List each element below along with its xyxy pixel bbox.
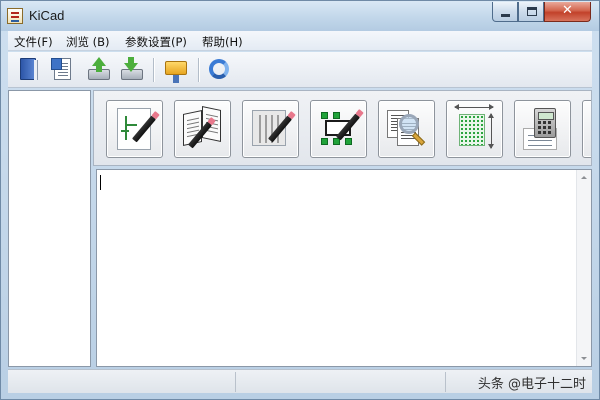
- kicad-app-icon[interactable]: [7, 8, 23, 24]
- new-from-template-button[interactable]: [51, 57, 75, 83]
- page-layout-editor-button[interactable]: [582, 100, 591, 158]
- gerber-viewer-button[interactable]: [378, 100, 435, 158]
- status-bar: 头条 @电子十二时: [8, 369, 592, 393]
- save-project-icon: [124, 57, 138, 72]
- bitmap-to-component-button[interactable]: [446, 100, 503, 158]
- toolbar-separator: [153, 58, 154, 82]
- pcb-editor-icon: [249, 106, 292, 152]
- new-project-icon: [20, 58, 38, 80]
- footprint-editor-icon: [317, 106, 360, 152]
- title-bar[interactable]: KiCad ✕: [1, 1, 599, 31]
- main-toolbar: [8, 52, 592, 88]
- schematic-editor-icon: [113, 106, 156, 152]
- status-field: [236, 372, 446, 392]
- symbol-library-editor-icon: [181, 105, 224, 152]
- menu-help[interactable]: 帮助(H): [202, 34, 243, 50]
- menu-browse[interactable]: 浏览 (B): [66, 34, 110, 50]
- close-icon: ✕: [562, 3, 573, 18]
- pad-shape: [345, 138, 352, 145]
- menu-file[interactable]: 文件(F): [14, 34, 53, 50]
- pad-shape: [333, 112, 340, 119]
- toolbar-separator: [198, 58, 199, 82]
- refresh-icon: [209, 59, 229, 79]
- pcb-editor-button[interactable]: [242, 100, 299, 158]
- pad-shape: [321, 112, 328, 119]
- footprint-editor-button[interactable]: [310, 100, 367, 158]
- menu-preferences[interactable]: 参数设置(P): [125, 34, 187, 50]
- tool-launcher-panel: [93, 90, 592, 166]
- project-tree-panel[interactable]: [8, 90, 91, 367]
- scroll-up-arrow-icon[interactable]: [577, 170, 592, 185]
- close-button[interactable]: ✕: [544, 2, 591, 22]
- new-from-template-icon: [51, 58, 71, 80]
- new-project-button[interactable]: [17, 57, 41, 83]
- symbol-library-editor-button[interactable]: [174, 100, 231, 158]
- maximize-button[interactable]: [518, 2, 544, 22]
- maximize-icon: [527, 7, 537, 16]
- bitmap-to-component-icon: [453, 104, 496, 152]
- refresh-button[interactable]: [207, 57, 231, 83]
- pcb-calculator-icon: [521, 106, 564, 152]
- kicad-main-window: KiCad ✕ 文件(F) 浏览 (B) 参数设置(P) 帮助(H) 头条 @电…: [0, 0, 600, 400]
- open-project-icon: [92, 57, 106, 72]
- vertical-scrollbar[interactable]: [576, 170, 591, 366]
- bitmap-glyph-shape: [459, 114, 485, 146]
- gerber-viewer-icon: [385, 106, 428, 152]
- wire-shape: [121, 130, 129, 132]
- wire-shape: [125, 116, 127, 140]
- watermark-text: 头条 @电子十二时: [477, 377, 586, 392]
- save-project-button[interactable]: [120, 57, 144, 83]
- menu-bar: 文件(F) 浏览 (B) 参数设置(P) 帮助(H): [8, 31, 592, 51]
- pcb-calculator-button[interactable]: [514, 100, 571, 158]
- scroll-down-arrow-icon[interactable]: [577, 351, 592, 366]
- text-caret: [100, 175, 101, 190]
- schematic-editor-button[interactable]: [106, 100, 163, 158]
- magnifier-lens-shape: [399, 114, 419, 134]
- height-arrow-shape: [488, 113, 494, 149]
- pad-shape: [321, 138, 328, 145]
- calculator-shape: [534, 108, 556, 138]
- wire-shape: [125, 124, 137, 126]
- window-title: KiCad: [29, 8, 65, 23]
- status-field: [8, 372, 236, 392]
- minimize-icon: [501, 14, 510, 17]
- width-arrow-shape: [454, 104, 494, 110]
- archive-folder-icon: [165, 61, 187, 83]
- open-project-button[interactable]: [87, 57, 111, 83]
- minimize-button[interactable]: [492, 2, 518, 22]
- archive-project-button[interactable]: [164, 57, 188, 83]
- message-log-area[interactable]: [96, 169, 592, 367]
